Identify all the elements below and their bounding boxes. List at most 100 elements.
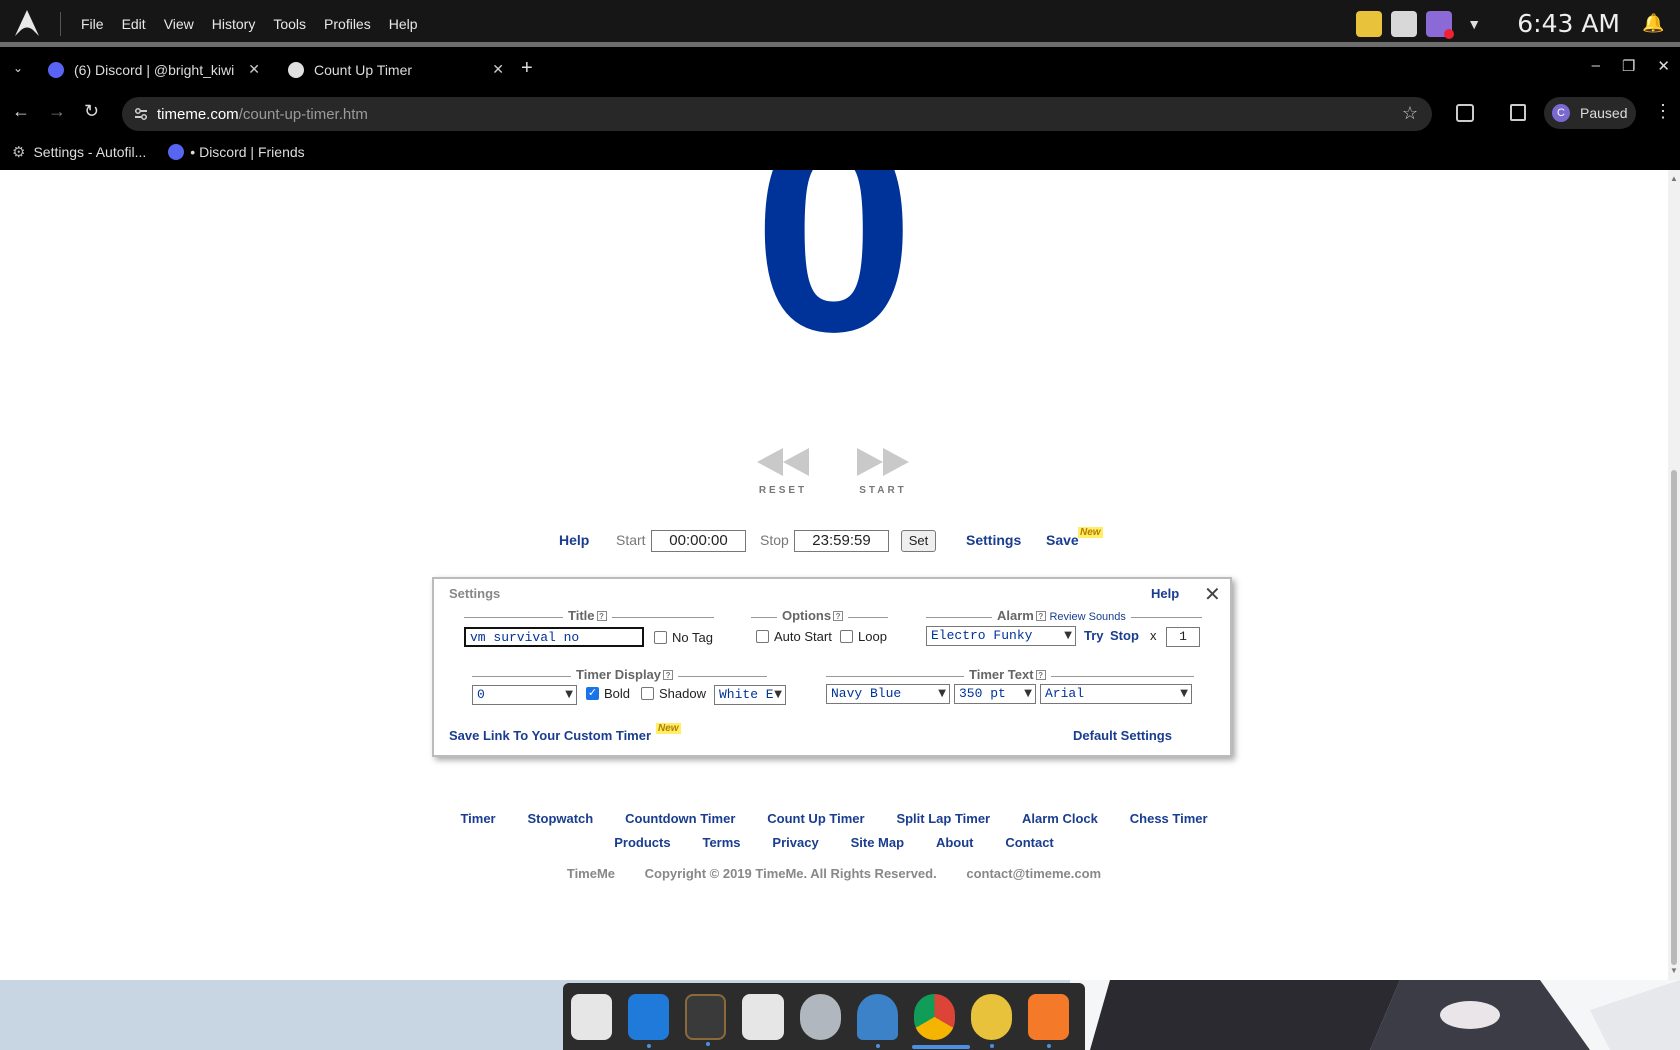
url-text: timeme.com/count-up-timer.htm [157,106,368,123]
no-tag-checkbox[interactable] [654,631,667,644]
copyright-text: Copyright © 2019 TimeMe. All Rights Rese… [644,866,937,881]
bee-icon[interactable] [970,993,1012,1048]
display-format-select[interactable]: 0 ▼ [472,685,577,705]
stop-time-input[interactable]: 23:59:59 [794,530,889,552]
unknown-file-icon[interactable] [571,993,613,1040]
reload-icon[interactable]: ↻ [84,101,99,122]
title-group-label: Title? [563,608,612,623]
close-window-icon[interactable]: ✕ [1657,57,1670,75]
bookmark-settings-autofill[interactable]: ⚙ Settings - Autofil... [12,143,146,161]
footer-link-chess-timer[interactable]: Chess Timer [1130,811,1208,826]
arch-logo-icon[interactable] [12,8,42,38]
loop-checkbox[interactable] [840,630,853,643]
bold-checkbox[interactable]: ✓ [586,687,599,700]
dolphin-icon[interactable] [856,993,898,1048]
profile-button[interactable]: C Paused [1544,97,1636,129]
vscode-icon[interactable] [628,993,670,1048]
menu-tools[interactable]: Tools [273,16,306,32]
tab-discord[interactable]: (6) Discord | @bright_kiwi ✕ [40,53,266,86]
review-sounds-link[interactable]: Review Sounds [1049,611,1125,623]
scrollbar-thumb[interactable] [1671,470,1677,965]
title-input[interactable]: vm survival no [464,627,644,647]
footer-link-site-map[interactable]: Site Map [851,835,904,850]
shadow-checkbox[interactable] [641,687,654,700]
reset-button[interactable]: RESET [748,446,818,496]
unknown-file-icon[interactable] [742,993,784,1040]
text-font-select[interactable]: Arial ▼ [1040,684,1192,704]
side-panel-icon[interactable] [1510,104,1526,121]
footer-link-stopwatch[interactable]: Stopwatch [528,811,594,826]
clock[interactable]: 6:43 AM [1517,9,1620,38]
footer-link-timer[interactable]: Timer [460,811,495,826]
scroll-up-icon[interactable]: ▲ [1670,174,1678,183]
close-tab-icon[interactable]: ✕ [492,61,504,78]
bookmark-discord-friends[interactable]: • Discord | Friends [168,144,305,160]
timer-favicon-icon [288,61,304,78]
footer-link-alarm-clock[interactable]: Alarm Clock [1022,811,1098,826]
set-button[interactable]: Set [901,530,936,552]
text-color-select[interactable]: Navy Blue ▼ [826,684,950,704]
site-info-icon[interactable] [132,105,150,123]
default-settings-link[interactable]: Default Settings [1073,728,1172,743]
chevron-down-icon[interactable]: ▼ [1461,11,1487,37]
menu-help[interactable]: Help [389,16,418,32]
footer-link-products[interactable]: Products [614,835,670,850]
start-time-input[interactable]: 00:00:00 [651,530,746,552]
page-scrollbar[interactable]: ▲ ▼ [1668,170,1680,980]
terminal-icon[interactable] [685,993,727,1046]
menu-edit[interactable]: Edit [122,16,146,32]
footer-link-count-up-timer[interactable]: Count Up Timer [767,811,864,826]
start-button[interactable]: START [848,446,918,496]
help-question-icon[interactable]: ? [1035,611,1046,621]
minimize-icon[interactable]: – [1592,57,1600,75]
notification-bell-icon[interactable]: 🔔 [1642,13,1664,35]
restore-icon[interactable]: ❐ [1622,57,1635,75]
footer-link-privacy[interactable]: Privacy [772,835,818,850]
alarm-repeat-input[interactable]: 1 [1166,627,1200,647]
footer-link-split-lap-timer[interactable]: Split Lap Timer [896,811,990,826]
menu-profiles[interactable]: Profiles [324,16,371,32]
footer-link-terms[interactable]: Terms [702,835,740,850]
help-question-icon[interactable]: ? [1035,670,1046,680]
footer-link-contact[interactable]: Contact [1005,835,1053,850]
settings-icon[interactable] [799,993,841,1040]
settings-help-link[interactable]: Help [1151,586,1179,601]
volume-muted-icon[interactable] [1426,10,1455,39]
close-icon[interactable]: ✕ [1204,582,1221,607]
help-link[interactable]: Help [559,532,589,548]
scroll-down-icon[interactable]: ▼ [1670,966,1678,975]
stop-alarm-link[interactable]: Stop [1110,628,1139,643]
try-link[interactable]: Try [1084,628,1104,643]
bookmark-star-icon[interactable]: ☆ [1402,103,1418,124]
tab-search-chevron-icon[interactable]: ⌄ [13,61,23,75]
contact-email[interactable]: contact@timeme.com [966,866,1101,881]
forward-arrow-icon[interactable]: → [48,101,66,122]
new-tab-icon[interactable]: + [521,57,533,80]
help-question-icon[interactable]: ? [663,670,674,680]
save-link[interactable]: Save [1046,532,1079,548]
menu-view[interactable]: View [164,16,194,32]
shop-icon[interactable] [1027,993,1070,1048]
alarm-sound-select[interactable]: Electro Funky ▼ [926,626,1076,646]
chrome-icon[interactable] [913,993,955,1040]
back-arrow-icon[interactable]: ← [12,101,30,122]
help-question-icon[interactable]: ? [596,611,607,621]
menu-history[interactable]: History [212,16,256,32]
kebab-menu-icon[interactable]: ⋮ [1654,101,1672,122]
help-question-icon[interactable]: ? [833,611,844,621]
close-tab-icon[interactable]: ✕ [248,61,260,78]
background-select[interactable]: White E ▼ [714,685,786,705]
auto-start-checkbox[interactable] [756,630,769,643]
footer-link-about[interactable]: About [936,835,974,850]
clipboard-tray-icon[interactable] [1391,10,1418,37]
menu-file[interactable]: File [81,16,104,32]
footer-link-countdown-timer[interactable]: Countdown Timer [625,811,735,826]
extensions-icon[interactable] [1456,104,1474,122]
save-custom-timer-link[interactable]: Save Link To Your Custom Timer [449,728,651,743]
tab-count-up-timer[interactable]: Count Up Timer ✕ [278,53,510,86]
address-bar[interactable]: timeme.com/count-up-timer.htm ☆ [122,97,1432,131]
text-size-select[interactable]: 350 pt ▼ [954,684,1036,704]
chevron-down-icon: ▼ [1024,688,1032,699]
settings-link[interactable]: Settings [966,532,1021,548]
bee-tray-icon[interactable] [1356,10,1383,37]
